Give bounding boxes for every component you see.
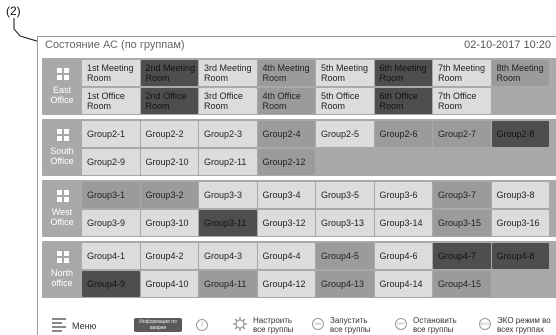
- group-cell[interactable]: Group4-2: [140, 243, 198, 269]
- group-cell[interactable]: Group4-11: [199, 270, 257, 297]
- grid-icon: [57, 251, 69, 263]
- ac-status-panel: Состояние АС (по группам) 02-10-2017 10:…: [37, 36, 556, 335]
- group-cell[interactable]: 4th Office Room: [257, 87, 315, 114]
- group-list: East Office 1st Meeting Room 2nd Meeting R…: [42, 58, 556, 298]
- eco-all-label: ЭКО режим во всех группах: [497, 316, 551, 334]
- group-cell[interactable]: Group2-5: [316, 121, 374, 147]
- group-name: North office: [50, 268, 73, 288]
- group-cell[interactable]: Group4-13: [316, 270, 374, 297]
- group-cell[interactable]: Group2-1: [82, 121, 140, 147]
- group-name: South Office: [50, 146, 74, 166]
- stop-all-button[interactable]: OFF Остановить все группы: [395, 313, 470, 335]
- power-on-icon: ON: [312, 318, 324, 330]
- group-cell[interactable]: Group4-15: [433, 270, 491, 297]
- page-title: Состояние АС (по группам): [45, 39, 185, 51]
- group-cell[interactable]: Group4-8: [491, 243, 549, 269]
- eco-all-button[interactable]: ECO ЭКО режим во всех группах: [479, 313, 556, 335]
- group-cell[interactable]: 6th Office Room: [374, 87, 432, 114]
- group-cell[interactable]: 5th Office Room: [316, 87, 374, 114]
- group-cell[interactable]: Group4-5: [316, 243, 374, 269]
- group-cell[interactable]: Group2-7: [433, 121, 491, 147]
- group-block: South Office Group2-1 Group2-2 Group2-3 Grou…: [42, 119, 556, 176]
- datetime: 02-10-2017 10:20: [464, 39, 551, 51]
- group-cell[interactable]: 3rd Meeting Room: [199, 60, 257, 86]
- menu-label: Меню: [72, 321, 97, 331]
- group-cell[interactable]: Group2-6: [374, 121, 432, 147]
- footer-toolbar: Меню Информация по аварии i Настроить вс…: [38, 313, 556, 335]
- alarm-info-button[interactable]: Информация по аварии: [134, 318, 182, 332]
- group-cell[interactable]: 6th Meeting Room: [374, 60, 432, 86]
- group-block: East Office 1st Meeting Room 2nd Meeting R…: [42, 58, 556, 115]
- group-cell[interactable]: Group2-3: [199, 121, 257, 147]
- group-cell[interactable]: Group3-15: [433, 209, 491, 236]
- group-cell[interactable]: Group2-11: [199, 148, 257, 175]
- group-cell[interactable]: Group3-14: [374, 209, 432, 236]
- group-cell[interactable]: Group2-12: [257, 148, 315, 175]
- group-cell[interactable]: 2nd Office Room: [140, 87, 198, 114]
- group-cell[interactable]: 7th Meeting Room: [433, 60, 491, 86]
- group-cell[interactable]: Group4-4: [257, 243, 315, 269]
- power-off-icon: OFF: [395, 318, 407, 330]
- group-cell[interactable]: 4th Meeting Room: [257, 60, 315, 86]
- gear-icon: [233, 317, 247, 331]
- group-cell[interactable]: Group2-9: [82, 148, 140, 175]
- group-cell[interactable]: Group3-12: [257, 209, 315, 236]
- stop-all-label: Остановить все группы: [413, 316, 457, 334]
- group-cell[interactable]: Group3-11: [199, 209, 257, 236]
- group-cell[interactable]: Group4-14: [374, 270, 432, 297]
- configure-all-button[interactable]: Настроить все группы: [233, 313, 308, 335]
- group-name: East Office: [50, 85, 74, 105]
- group-cell[interactable]: 1st Office Room: [82, 87, 140, 114]
- group-cell[interactable]: Group4-9: [82, 270, 140, 297]
- group-cell[interactable]: Group3-9: [82, 209, 140, 236]
- menu-button[interactable]: Меню: [52, 313, 112, 335]
- grid-icon: [57, 68, 69, 80]
- group-cell[interactable]: Group4-10: [140, 270, 198, 297]
- group-cell[interactable]: Group3-5: [316, 182, 374, 208]
- group-block: West Office Group3-1 Group3-2 Group3-3 Group…: [42, 180, 556, 237]
- eco-icon: ECO: [479, 318, 491, 330]
- grid-icon: [57, 190, 69, 202]
- group-cell[interactable]: Group4-6: [374, 243, 432, 269]
- info-icon[interactable]: i: [196, 319, 208, 331]
- group-header[interactable]: West Office: [42, 180, 82, 237]
- grid-icon: [57, 129, 69, 141]
- group-cell[interactable]: Group2-8: [491, 121, 549, 147]
- group-cell[interactable]: Group4-12: [257, 270, 315, 297]
- group-name: West Office: [50, 207, 74, 227]
- group-cell[interactable]: Group3-7: [433, 182, 491, 208]
- group-cell[interactable]: 1st Meeting Room: [82, 60, 140, 86]
- group-cell[interactable]: Group3-4: [257, 182, 315, 208]
- group-cell[interactable]: Group3-1: [82, 182, 140, 208]
- group-cell[interactable]: 2nd Meeting Room: [140, 60, 198, 86]
- group-cell[interactable]: Group3-3: [199, 182, 257, 208]
- group-cell[interactable]: 8th Meeting Room: [491, 60, 549, 86]
- group-cell[interactable]: Group3-10: [140, 209, 198, 236]
- group-cell[interactable]: Group4-3: [199, 243, 257, 269]
- group-cell[interactable]: Group3-8: [491, 182, 549, 208]
- header: Состояние АС (по группам) 02-10-2017 10:…: [38, 37, 556, 55]
- menu-icon: [52, 318, 66, 332]
- group-cell[interactable]: Group3-16: [491, 209, 549, 236]
- group-cell[interactable]: Group4-1: [82, 243, 140, 269]
- start-all-label: Запустить все группы: [330, 316, 371, 334]
- start-all-button[interactable]: ON Запустить все группы: [312, 313, 387, 335]
- group-cell[interactable]: Group2-2: [140, 121, 198, 147]
- group-header[interactable]: East Office: [42, 58, 82, 115]
- group-block: North office Group4-1 Group4-2 Group4-3 Grou…: [42, 241, 556, 298]
- group-cell[interactable]: 7th Office Room: [433, 87, 491, 114]
- group-header[interactable]: North office: [42, 241, 82, 298]
- configure-all-label: Настроить все группы: [253, 316, 294, 334]
- group-header[interactable]: South Office: [42, 119, 82, 176]
- group-cell[interactable]: Group3-6: [374, 182, 432, 208]
- group-cell[interactable]: Group2-4: [257, 121, 315, 147]
- group-cell[interactable]: 3rd Office Room: [199, 87, 257, 114]
- group-cell[interactable]: Group3-13: [316, 209, 374, 236]
- group-cell[interactable]: Group3-2: [140, 182, 198, 208]
- group-cell[interactable]: Group2-10: [140, 148, 198, 175]
- group-cell[interactable]: Group4-7: [433, 243, 491, 269]
- group-cell[interactable]: 5th Meeting Room: [316, 60, 374, 86]
